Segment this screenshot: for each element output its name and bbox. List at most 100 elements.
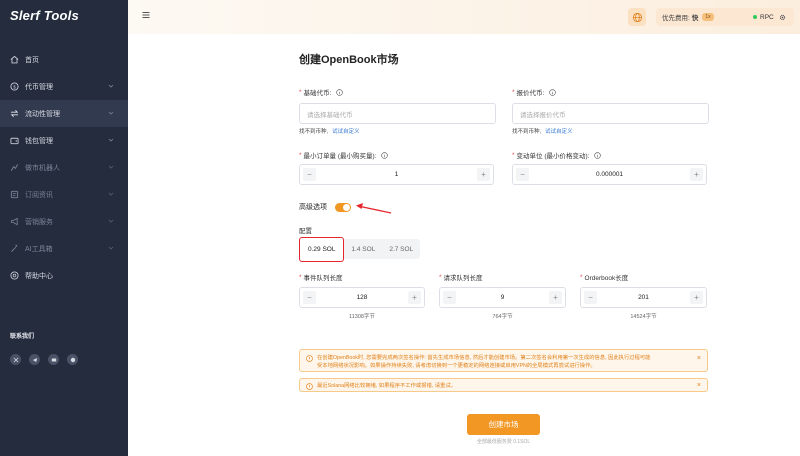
chevron-down-icon (108, 84, 114, 88)
increment-button[interactable]: + (549, 291, 562, 304)
event-queue-bytes: 11308字节 (349, 314, 375, 320)
network-congestion-alert: 最近Solana网络比较拥堵, 如果程序不工作或报错, 请重试。 × (299, 378, 708, 392)
request-queue-bytes: 764字节 (492, 314, 513, 320)
priority-fee-speed: 快 (691, 15, 699, 22)
menu-toggle-icon[interactable] (142, 11, 150, 19)
social-links (10, 354, 78, 365)
globe-icon (632, 12, 642, 22)
openbook-signing-alert: 在创建OpenBook时, 您需要完成两次签名操作: 首先生成市场信息, 然后才… (299, 349, 708, 372)
rpc-settings[interactable]: RPC (746, 8, 794, 26)
info-icon[interactable] (594, 151, 602, 159)
create-market-button[interactable]: 创建市场 (467, 414, 540, 435)
service-fee-note: 全部最低服务费 0.1SOL (476, 439, 531, 445)
decrement-button[interactable]: − (516, 168, 529, 181)
close-icon[interactable]: × (697, 354, 701, 365)
min-order-value[interactable]: 1 (395, 171, 399, 178)
base-token-select[interactable]: 请选择基础代币 (299, 103, 496, 124)
sidebar-item-label: 流动性管理 (25, 110, 60, 118)
quote-token-select[interactable]: 请选择报价代币 (512, 103, 709, 124)
event-queue-label: * 事件队列长度 (299, 273, 343, 283)
tick-size-value[interactable]: 0.000001 (596, 171, 623, 178)
event-queue-value[interactable]: 128 (357, 294, 368, 301)
arrow-annotation-icon (356, 203, 392, 214)
config-option-0-29-sol[interactable]: 0.29 SOL (299, 236, 345, 262)
close-icon[interactable]: × (697, 381, 701, 392)
x-icon[interactable] (10, 354, 21, 365)
config-option-2-7-sol[interactable]: 2.7 SOL (382, 239, 420, 259)
app-logo[interactable]: Slerf Tools (10, 8, 79, 23)
mail-icon[interactable] (48, 354, 59, 365)
advanced-options-row: 高级选项 (299, 202, 351, 212)
sidebar-item-label: 首页 (25, 56, 39, 64)
sidebar-item-market-bot[interactable]: 做市机器人 (0, 154, 128, 181)
info-icon[interactable] (336, 88, 344, 96)
tick-size-label: * 变动单位 (最小价格变动): (512, 150, 602, 160)
decrement-button[interactable]: − (303, 291, 316, 304)
gear-icon[interactable] (779, 14, 786, 21)
contact-us-label: 联系我们 (10, 334, 35, 340)
alert-text: 在创建OpenBook时, 您需要完成两次签名操作: 首先生成市场信息, 然后才… (317, 355, 651, 370)
sidebar-item-label: 代币管理 (25, 83, 53, 91)
sidebar-item-label: 钱包管理 (25, 137, 53, 145)
quote-token-label: * 报价代币: (512, 87, 557, 97)
increment-button[interactable]: + (689, 291, 703, 304)
sidebar-item-home[interactable]: 首页 (0, 46, 128, 73)
increment-button[interactable]: + (477, 168, 490, 181)
advanced-options-toggle[interactable] (335, 202, 351, 212)
decrement-button[interactable]: − (584, 291, 597, 304)
top-header: 优先费用: 快 1x RPC (128, 0, 800, 34)
orderbook-length-value[interactable]: 201 (638, 294, 649, 301)
decrement-button[interactable]: − (303, 168, 316, 181)
chevron-down-icon (108, 246, 114, 250)
svg-text:$: $ (13, 84, 16, 89)
language-button[interactable] (628, 8, 646, 26)
alert-text: 最近Solana网络比较拥堵, 如果程序不工作或报错, 请重试。 (317, 383, 456, 389)
magic-wand-icon (10, 244, 19, 253)
min-order-stepper[interactable]: − 1 + (299, 164, 494, 185)
request-queue-stepper[interactable]: − 9 + (439, 287, 566, 308)
config-option-1-4-sol[interactable]: 1.4 SOL (344, 239, 382, 259)
tick-size-stepper[interactable]: − 0.000001 + (512, 164, 707, 185)
chevron-down-icon (108, 192, 114, 196)
sidebar-item-label: 做市机器人 (25, 164, 60, 172)
help-icon (10, 271, 19, 280)
sidebar-item-help-center[interactable]: 帮助中心 (0, 262, 128, 289)
chevron-down-icon (108, 111, 114, 115)
base-token-label: * 基础代币: (299, 87, 344, 97)
swap-icon (10, 109, 19, 118)
sidebar-item-token-management[interactable]: $ 代币管理 (0, 73, 128, 100)
info-icon[interactable] (381, 151, 389, 159)
rpc-status-dot (753, 15, 757, 19)
megaphone-icon (10, 217, 19, 226)
sidebar: Slerf Tools 首页 $ 代币管理 流动性管理 钱包管理 做市机器人 订… (0, 0, 128, 456)
github-icon[interactable] (67, 354, 78, 365)
sidebar-item-liquidity-management[interactable]: 流动性管理 (0, 100, 128, 127)
base-token-hint: 找不到币种, 试试自定义 (299, 129, 360, 135)
sidebar-item-wallet-management[interactable]: 钱包管理 (0, 127, 128, 154)
wallet-icon (10, 136, 19, 145)
telegram-icon[interactable] (29, 354, 40, 365)
warning-icon (306, 355, 313, 362)
increment-button[interactable]: + (407, 291, 421, 304)
priority-fee-badge: 1x (702, 13, 714, 21)
info-icon[interactable] (549, 88, 557, 96)
orderbook-length-label: * Orderbook长度 (580, 273, 629, 283)
sidebar-item-marketing-services[interactable]: 营销服务 (0, 208, 128, 235)
chevron-down-icon (108, 219, 114, 223)
config-label: 配置 (299, 228, 312, 235)
request-queue-value[interactable]: 9 (501, 294, 505, 301)
decrement-button[interactable]: − (443, 291, 456, 304)
increment-button[interactable]: + (690, 168, 703, 181)
sidebar-item-label: AI工具箱 (25, 245, 53, 253)
sidebar-item-ai-toolbox[interactable]: AI工具箱 (0, 235, 128, 262)
custom-token-link[interactable]: 试试自定义 (332, 129, 360, 135)
sidebar-item-subscriptions[interactable]: 订阅资讯 (0, 181, 128, 208)
chevron-down-icon (108, 138, 114, 142)
event-queue-stepper[interactable]: − 128 + (299, 287, 425, 308)
orderbook-length-bytes: 14524字节 (630, 314, 657, 320)
orderbook-length-stepper[interactable]: − 201 + (580, 287, 707, 308)
main-content: 创建OpenBook市场 * 基础代币: 请选择基础代币 找不到币种, 试试自定义 … (128, 34, 800, 456)
home-icon (10, 55, 19, 64)
quote-token-hint: 找不到币种, 试试自定义 (512, 129, 573, 135)
custom-token-link[interactable]: 试试自定义 (545, 129, 573, 135)
